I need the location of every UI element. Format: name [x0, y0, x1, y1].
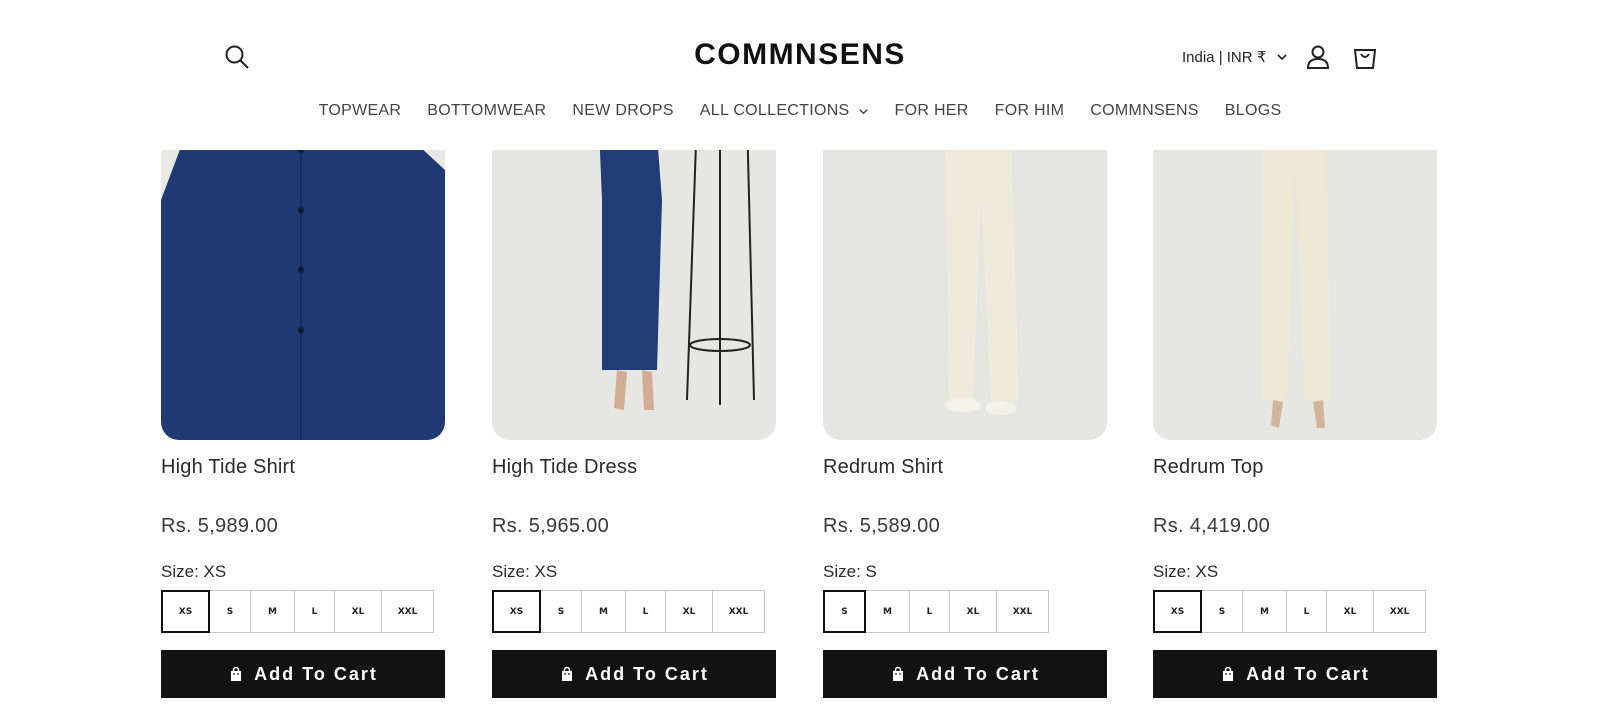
add-to-cart-button[interactable]: Add To Cart — [161, 650, 445, 698]
size-option-xxl[interactable]: XXL — [381, 590, 434, 633]
add-to-cart-button[interactable]: Add To Cart — [823, 650, 1107, 698]
size-option-xxl[interactable]: XXL — [1373, 590, 1426, 633]
size-option-m[interactable]: M — [250, 590, 295, 633]
shopping-bag-icon — [893, 666, 904, 681]
add-to-cart-label: Add To Cart — [916, 663, 1040, 684]
nav-item-label: FOR HIM — [994, 102, 1065, 119]
nav-item-for-him[interactable]: FOR HIM — [995, 102, 1065, 120]
size-option-l[interactable]: L — [909, 590, 950, 633]
size-label: Size: XS — [161, 562, 227, 581]
nav-item-label: TOPWEAR — [318, 102, 402, 119]
product-title[interactable]: Redrum Top — [1153, 456, 1264, 479]
size-option-m[interactable]: M — [865, 590, 910, 633]
locale-selector[interactable]: India | INR ₹ — [1182, 48, 1288, 66]
size-option-xl[interactable]: XL — [949, 590, 997, 633]
product-title[interactable]: Redrum Shirt — [823, 456, 943, 479]
shopping-bag-icon — [562, 666, 573, 681]
nav-item-all-collections[interactable]: ALL COLLECTIONS — [700, 102, 869, 120]
nav-item-label: BLOGS — [1224, 102, 1282, 119]
size-option-xl[interactable]: XL — [665, 590, 713, 633]
add-to-cart-label: Add To Cart — [1246, 663, 1370, 684]
nav-item-label: BOTTOMWEAR — [427, 102, 547, 119]
chevron-down-icon — [858, 108, 868, 114]
nav-item-new-drops[interactable]: NEW DROPS — [572, 102, 673, 120]
nav-item-bottomwear[interactable]: BOTTOMWEAR — [427, 102, 546, 120]
shopping-bag-icon — [1223, 666, 1234, 681]
nav-item-topwear[interactable]: TOPWEAR — [319, 102, 402, 120]
size-option-s[interactable]: S — [540, 590, 582, 633]
site-header: COMMNSENS India | INR ₹ TOPWEAR BOTTOMWE… — [0, 0, 1600, 150]
nav-item-commnsens[interactable]: COMMNSENS — [1090, 102, 1198, 120]
add-to-cart-button[interactable]: Add To Cart — [1153, 650, 1437, 698]
shopping-bag-icon — [231, 666, 242, 681]
size-selector: XS S M L XL XXL — [492, 590, 765, 633]
size-option-m[interactable]: M — [581, 590, 626, 633]
chevron-down-icon — [1277, 54, 1287, 61]
size-selector: XS S M L XL XXL — [161, 590, 434, 633]
size-option-l[interactable]: L — [294, 590, 335, 633]
product-price: Rs. 4,419.00 — [1153, 515, 1271, 537]
size-option-xs[interactable]: XS — [161, 590, 210, 633]
nav-item-label: FOR HER — [894, 102, 969, 119]
locale-label: India | INR ₹ — [1182, 49, 1267, 66]
nav-item-label: COMMNSENS — [1090, 102, 1199, 119]
size-option-xl[interactable]: XL — [334, 590, 382, 633]
size-option-l[interactable]: L — [625, 590, 666, 633]
size-option-l[interactable]: L — [1286, 590, 1327, 633]
add-to-cart-label: Add To Cart — [585, 663, 709, 684]
size-option-s[interactable]: S — [209, 590, 251, 633]
nav-item-blogs[interactable]: BLOGS — [1225, 102, 1282, 120]
size-label: Size: S — [823, 562, 877, 581]
size-option-xxl[interactable]: XXL — [996, 590, 1049, 633]
size-option-xs[interactable]: XS — [1153, 590, 1202, 633]
size-label: Size: XS — [1153, 562, 1219, 581]
size-option-s[interactable]: S — [1201, 590, 1243, 633]
size-option-m[interactable]: M — [1242, 590, 1287, 633]
product-price: Rs. 5,589.00 — [823, 515, 941, 537]
nav-item-for-her[interactable]: FOR HER — [895, 102, 969, 120]
size-option-s[interactable]: S — [823, 590, 866, 633]
size-selector: S M L XL XXL — [823, 590, 1049, 633]
product-title[interactable]: High Tide Dress — [492, 456, 637, 479]
size-selector: XS S M L XL XXL — [1153, 590, 1426, 633]
size-option-xs[interactable]: XS — [492, 590, 541, 633]
add-to-cart-button[interactable]: Add To Cart — [492, 650, 776, 698]
product-title[interactable]: High Tide Shirt — [161, 456, 295, 479]
account-icon[interactable] — [1305, 44, 1331, 70]
add-to-cart-label: Add To Cart — [254, 663, 378, 684]
main-nav: TOPWEAR BOTTOMWEAR NEW DROPS ALL COLLECT… — [0, 102, 1600, 120]
nav-item-label: ALL COLLECTIONS — [699, 102, 850, 119]
size-option-xxl[interactable]: XXL — [712, 590, 765, 633]
product-price: Rs. 5,989.00 — [161, 515, 279, 537]
cart-icon[interactable] — [1352, 44, 1378, 70]
size-option-xl[interactable]: XL — [1326, 590, 1374, 633]
size-label: Size: XS — [492, 562, 558, 581]
product-price: Rs. 5,965.00 — [492, 515, 610, 537]
nav-item-label: NEW DROPS — [572, 102, 674, 119]
